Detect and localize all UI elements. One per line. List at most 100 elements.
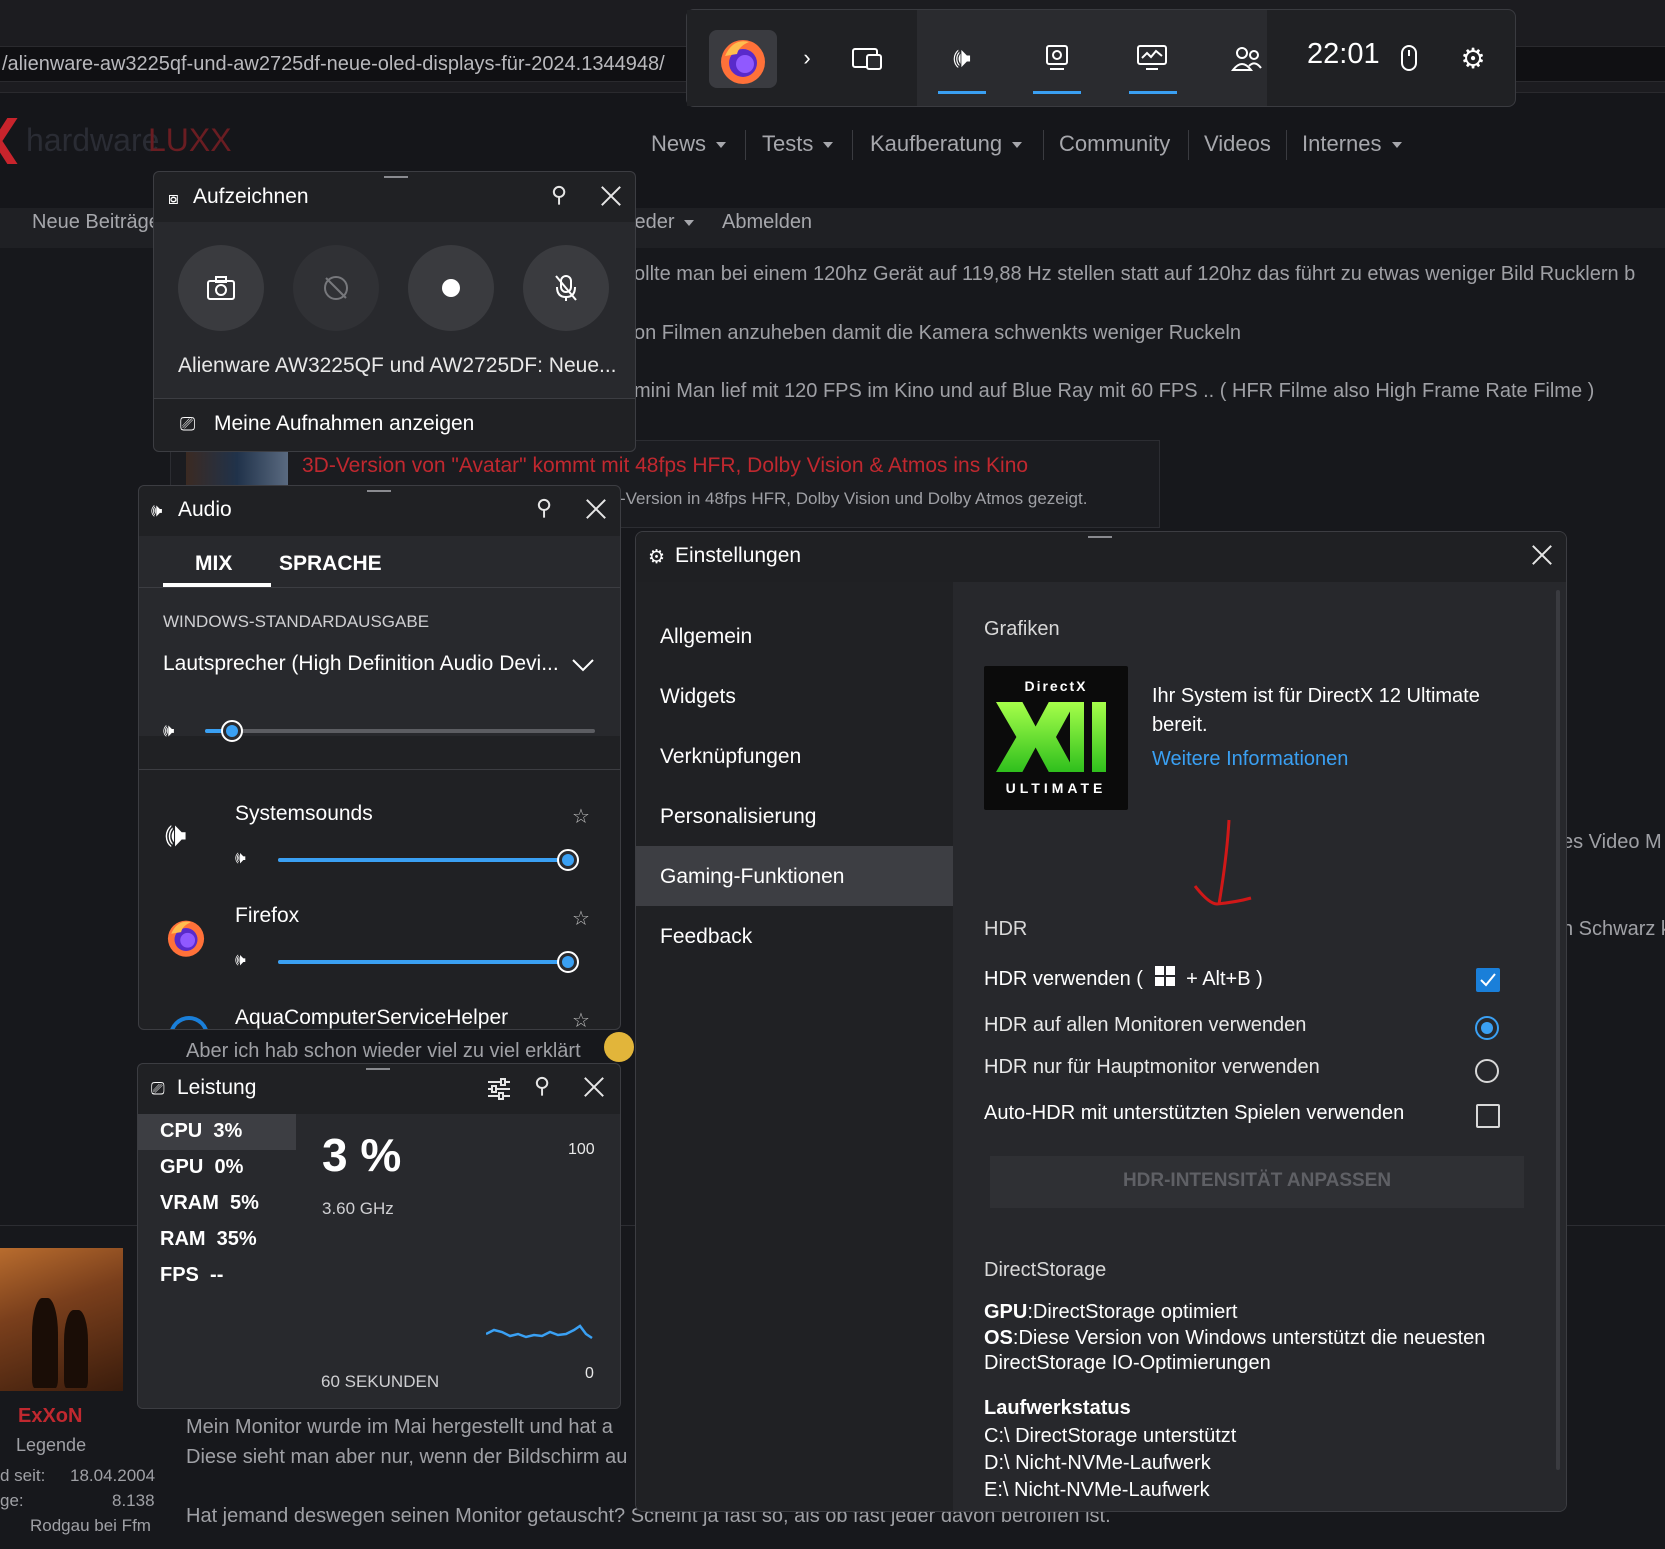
username[interactable]: ExXoN: [18, 1405, 82, 1428]
mic-off-icon: [555, 275, 577, 301]
post-text-line: ollte man bei einem 120hz Gerät auf 119,…: [634, 263, 1636, 285]
subnav-mitglieder[interactable]: ieder: [630, 211, 695, 234]
scrollbar[interactable]: [1556, 590, 1560, 1470]
avatar[interactable]: [0, 1248, 123, 1391]
app-volume-slider[interactable]: [557, 849, 579, 871]
nav-news[interactable]: News: [651, 131, 727, 157]
stat-row-cpu[interactable]: CPU 3%: [160, 1120, 242, 1143]
favorite-star-icon[interactable]: ☆: [572, 1008, 590, 1029]
master-volume-slider[interactable]: [221, 720, 244, 742]
output-device-dropdown[interactable]: Lautsprecher (High Definition Audio Devi…: [163, 652, 603, 682]
tab-mix[interactable]: MIX: [195, 552, 232, 576]
drag-handle[interactable]: [367, 490, 391, 492]
close-icon[interactable]: [585, 498, 607, 520]
sidebar-item-widgets[interactable]: Widgets: [660, 685, 736, 709]
tab-sprache[interactable]: SPRACHE: [279, 552, 382, 576]
chevron-down-icon: [1012, 142, 1023, 149]
capture-widget-icon[interactable]: [1037, 38, 1077, 78]
hdr-use-shortcut: + Alt+B ): [1186, 968, 1263, 990]
record-last-button[interactable]: [293, 245, 379, 331]
show-captures-link[interactable]: ⎚ Meine Aufnahmen anzeigen: [154, 398, 635, 451]
nav-divider: [1188, 130, 1189, 160]
nav-internes[interactable]: Internes: [1302, 131, 1402, 157]
pin-icon[interactable]: ⚲: [551, 182, 567, 208]
nav-community[interactable]: Community: [1059, 131, 1170, 157]
audio-active-indicator: [938, 91, 986, 94]
sidebar-item-allgemein[interactable]: Allgemein: [660, 625, 752, 649]
post-text-fragment: es Video M: [1562, 831, 1662, 853]
cpu-usage-graph: [486, 1324, 593, 1340]
stat-value: 3%: [213, 1120, 243, 1142]
directx-logo-bottom: ULTIMATE: [1005, 780, 1107, 796]
speaker-icon[interactable]: 🕪: [235, 950, 246, 970]
auto-hdr-checkbox[interactable]: [1476, 1104, 1500, 1128]
graph-axis-max: 100: [568, 1141, 595, 1158]
speaker-icon[interactable]: 🕪: [235, 848, 246, 868]
firefox-app-tile[interactable]: [709, 30, 777, 88]
sliders-icon[interactable]: [487, 1078, 511, 1100]
laughing-emoji-icon: [604, 1032, 634, 1062]
hdr-use-checkbox[interactable]: [1476, 968, 1500, 992]
audio-widget: 🕪 Audio ⚲ MIX SPRACHE WINDOWS-STANDARDAU…: [138, 485, 621, 1030]
speaker-icon[interactable]: 🕪: [163, 720, 174, 741]
stat-row-fps[interactable]: FPS --: [160, 1264, 223, 1287]
sidebar-item-gaming-funktionen[interactable]: Gaming-Funktionen: [636, 846, 953, 906]
avatar-figure: [64, 1310, 88, 1388]
post-text-fragment: n Schwarz k: [1562, 918, 1665, 940]
chevron-right-icon[interactable]: ›: [787, 38, 827, 78]
screenshot-button[interactable]: [178, 245, 264, 331]
subnav-neue-beitraege[interactable]: Neue Beiträge: [32, 211, 160, 234]
more-info-link[interactable]: Weitere Informationen: [1152, 748, 1348, 771]
widget-menu-glyph: [852, 48, 882, 70]
pin-icon[interactable]: ⚲: [534, 1073, 550, 1099]
hdr-intensity-button[interactable]: HDR-INTENSITÄT ANPASSEN: [990, 1156, 1524, 1208]
nav-tests[interactable]: Tests: [762, 131, 834, 157]
firefox-icon: [721, 40, 765, 84]
aquacomputer-icon: [169, 1016, 209, 1029]
gear-icon[interactable]: ⚙: [1453, 38, 1493, 78]
hdr-all-monitors-radio[interactable]: [1475, 1016, 1499, 1040]
sidebar-item-feedback[interactable]: Feedback: [660, 925, 752, 949]
logo-text-left: hardware: [26, 122, 160, 158]
favorite-star-icon[interactable]: ☆: [572, 906, 590, 931]
widget-menu-icon[interactable]: [847, 38, 887, 78]
subnav-abmelden[interactable]: Abmelden: [722, 211, 812, 234]
stat-row-vram[interactable]: VRAM 5%: [160, 1192, 259, 1215]
sidebar-item-verknuepfungen[interactable]: Verknüpfungen: [660, 745, 801, 769]
pin-icon[interactable]: ⚲: [536, 495, 552, 521]
close-icon[interactable]: [600, 185, 622, 207]
link-preview-title[interactable]: 3D-Version von "Avatar" kommt mit 48fps …: [302, 454, 1028, 478]
chevron-down-icon: [1391, 142, 1402, 149]
master-volume-track: [205, 729, 595, 733]
ds-gpu-label: GPU: [984, 1301, 1028, 1323]
nav-divider: [852, 130, 853, 160]
app-volume-slider[interactable]: [557, 951, 579, 973]
hdr-main-monitor-radio[interactable]: [1475, 1059, 1499, 1083]
drag-handle[interactable]: [384, 176, 408, 178]
nav-videos[interactable]: Videos: [1204, 131, 1271, 157]
camera-icon: [207, 276, 235, 300]
microphone-toggle-button[interactable]: [523, 245, 609, 331]
directx-12-ultimate-logo: DirectX ULTIMATE: [984, 666, 1128, 810]
stat-row-ram[interactable]: RAM 35%: [160, 1228, 257, 1251]
user-location: Rodgau bei Ffm: [30, 1516, 151, 1535]
start-recording-button[interactable]: [408, 245, 494, 331]
sidebar-item-personalisierung[interactable]: Personalisierung: [660, 805, 816, 829]
drag-handle[interactable]: [1088, 536, 1112, 538]
drive-status-heading: Laufwerkstatus: [984, 1397, 1131, 1419]
nav-kaufberatung-label: Kaufberatung: [870, 131, 1003, 156]
stat-row-gpu[interactable]: GPU 0%: [160, 1156, 243, 1179]
capture-game-name: Alienware AW3225QF und AW2725DF: Neue...: [178, 354, 617, 377]
drag-handle[interactable]: [366, 1068, 390, 1070]
close-icon[interactable]: [1531, 544, 1553, 566]
performance-widget-icon[interactable]: [1132, 38, 1172, 78]
favorite-star-icon[interactable]: ☆: [572, 804, 590, 829]
gallery-icon: ⎚: [180, 414, 196, 435]
close-icon[interactable]: [583, 1076, 605, 1098]
social-widget-icon[interactable]: [1227, 38, 1267, 78]
windows-key-icon: [1154, 966, 1175, 986]
nav-kaufberatung[interactable]: Kaufberatung: [870, 131, 1023, 157]
chevron-down-icon: [684, 219, 695, 226]
audio-widget-icon[interactable]: 🕪: [942, 38, 982, 78]
mouse-lock-icon[interactable]: [1389, 38, 1429, 78]
